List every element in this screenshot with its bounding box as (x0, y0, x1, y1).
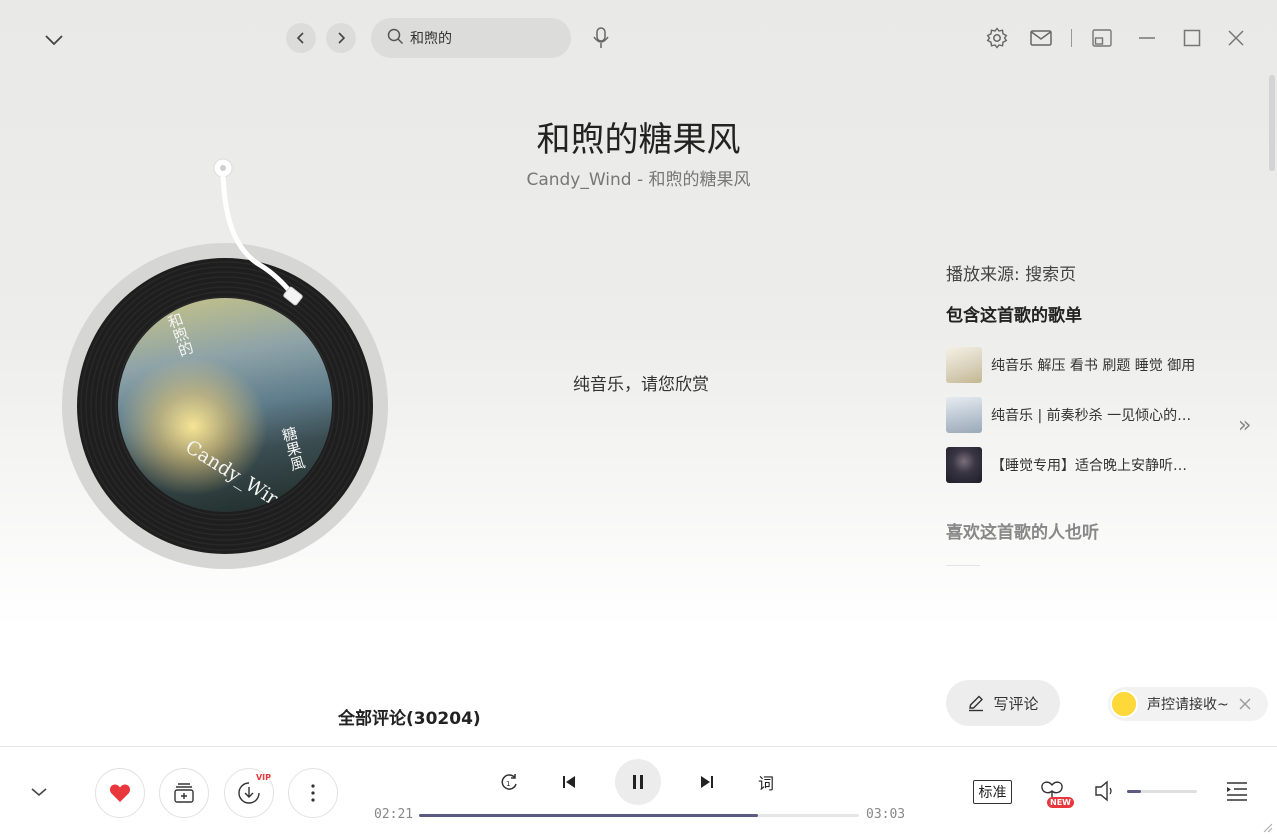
collapse-player-icon[interactable] (38, 24, 70, 56)
voice-search-icon[interactable] (588, 24, 614, 52)
cover-title-right: 糖果風 (278, 424, 308, 473)
add-playlist-icon (173, 782, 195, 804)
next-track-icon[interactable] (695, 770, 719, 794)
download-icon: VIP (237, 773, 271, 805)
play-queue-icon[interactable] (1224, 778, 1250, 804)
close-icon[interactable] (1222, 24, 1250, 52)
volume-fill (1127, 790, 1141, 793)
cover-artist: Candy_Wind (181, 435, 295, 512)
playlist-name: 【睡觉专用】适合晚上安静听… (991, 458, 1187, 474)
write-comment-label: 写评论 (993, 694, 1039, 713)
back-button[interactable] (286, 23, 316, 53)
minimize-icon[interactable] (1133, 24, 1161, 52)
heart-icon (109, 783, 131, 803)
resize-grip-icon[interactable] (1261, 821, 1273, 833)
sound-effect-button[interactable]: NEW (1036, 776, 1074, 808)
song-artist-album[interactable]: Candy_Wind - 和煦的糖果风 (0, 165, 1277, 190)
album-cover: 和煦的 糖果風 Candy_Wind (118, 298, 332, 512)
cover-title-left: 和煦的 (163, 310, 197, 359)
write-comment-button[interactable]: 写评论 (946, 680, 1060, 726)
voice-control-banner[interactable]: 声控请接收~ (1108, 687, 1268, 721)
playlist-item[interactable]: 纯音乐 解压 看书 刷题 睡觉 御用 (946, 347, 1206, 383)
mail-icon[interactable] (1027, 24, 1055, 52)
new-tag: NEW (1047, 797, 1074, 808)
similar-songs-heading: 喜欢这首歌的人也听 (946, 523, 1099, 543)
playlist-name: 纯音乐 解压 看书 刷题 睡觉 御用 (991, 358, 1196, 374)
more-vertical-icon (310, 783, 316, 803)
svg-text:1: 1 (506, 780, 510, 788)
playlist-thumbnail (946, 347, 982, 383)
song-title: 和煦的糖果风 (536, 120, 741, 160)
settings-gear-icon[interactable] (983, 24, 1011, 52)
playlist-item[interactable]: 【睡觉专用】适合晚上安静听… (946, 447, 1206, 483)
search-input[interactable] (410, 30, 560, 46)
play-source[interactable]: 播放来源: 搜索页 (946, 260, 1076, 285)
sound-quality-button[interactable]: 标准 (973, 780, 1012, 804)
forward-button[interactable] (326, 23, 356, 53)
voice-mascot-icon (1110, 690, 1138, 718)
volume-slider[interactable] (1127, 790, 1197, 793)
pause-icon (631, 774, 645, 790)
search-icon (387, 28, 404, 49)
maximize-icon[interactable] (1178, 24, 1206, 52)
search-box[interactable] (371, 18, 571, 58)
like-button[interactable] (95, 768, 145, 818)
close-banner-icon[interactable] (1239, 698, 1251, 710)
add-to-playlist-button[interactable] (159, 768, 209, 818)
elapsed-time: 02:21 (374, 807, 414, 822)
mini-mode-icon[interactable] (1088, 24, 1116, 52)
similar-divider (946, 565, 980, 566)
play-mode-repeat-icon[interactable]: 1 (497, 770, 521, 794)
more-button[interactable] (288, 768, 338, 818)
volume-icon[interactable] (1092, 778, 1116, 804)
toolbar-divider (1071, 29, 1072, 47)
playlist-thumbnail (946, 447, 982, 483)
pause-button[interactable] (615, 759, 661, 805)
lyric-text: 纯音乐，请您欣赏 (573, 375, 709, 395)
vip-tag: VIP (255, 773, 271, 782)
playlist-item[interactable]: 纯音乐 | 前奏秒杀 一见倾心的… (946, 397, 1206, 433)
playlist-name: 纯音乐 | 前奏秒杀 一见倾心的… (991, 408, 1192, 424)
lyrics-toggle-button[interactable]: 词 (754, 770, 778, 794)
download-button[interactable]: VIP (224, 768, 274, 818)
voice-control-label: 声控请接收~ (1147, 697, 1229, 713)
all-comments-heading: 全部评论(30204) (338, 709, 481, 729)
playlists-heading: 包含这首歌的歌单 (946, 306, 1082, 326)
collapse-down-icon[interactable] (26, 780, 52, 804)
tonearm (213, 158, 303, 306)
playlist-thumbnail (946, 397, 982, 433)
progress-bar[interactable] (419, 814, 859, 817)
previous-track-icon[interactable] (557, 770, 581, 794)
more-playlists-chevron-icon[interactable]: » (1238, 413, 1251, 438)
pen-icon (967, 694, 985, 712)
progress-fill (419, 814, 758, 817)
total-duration: 03:03 (866, 807, 906, 822)
